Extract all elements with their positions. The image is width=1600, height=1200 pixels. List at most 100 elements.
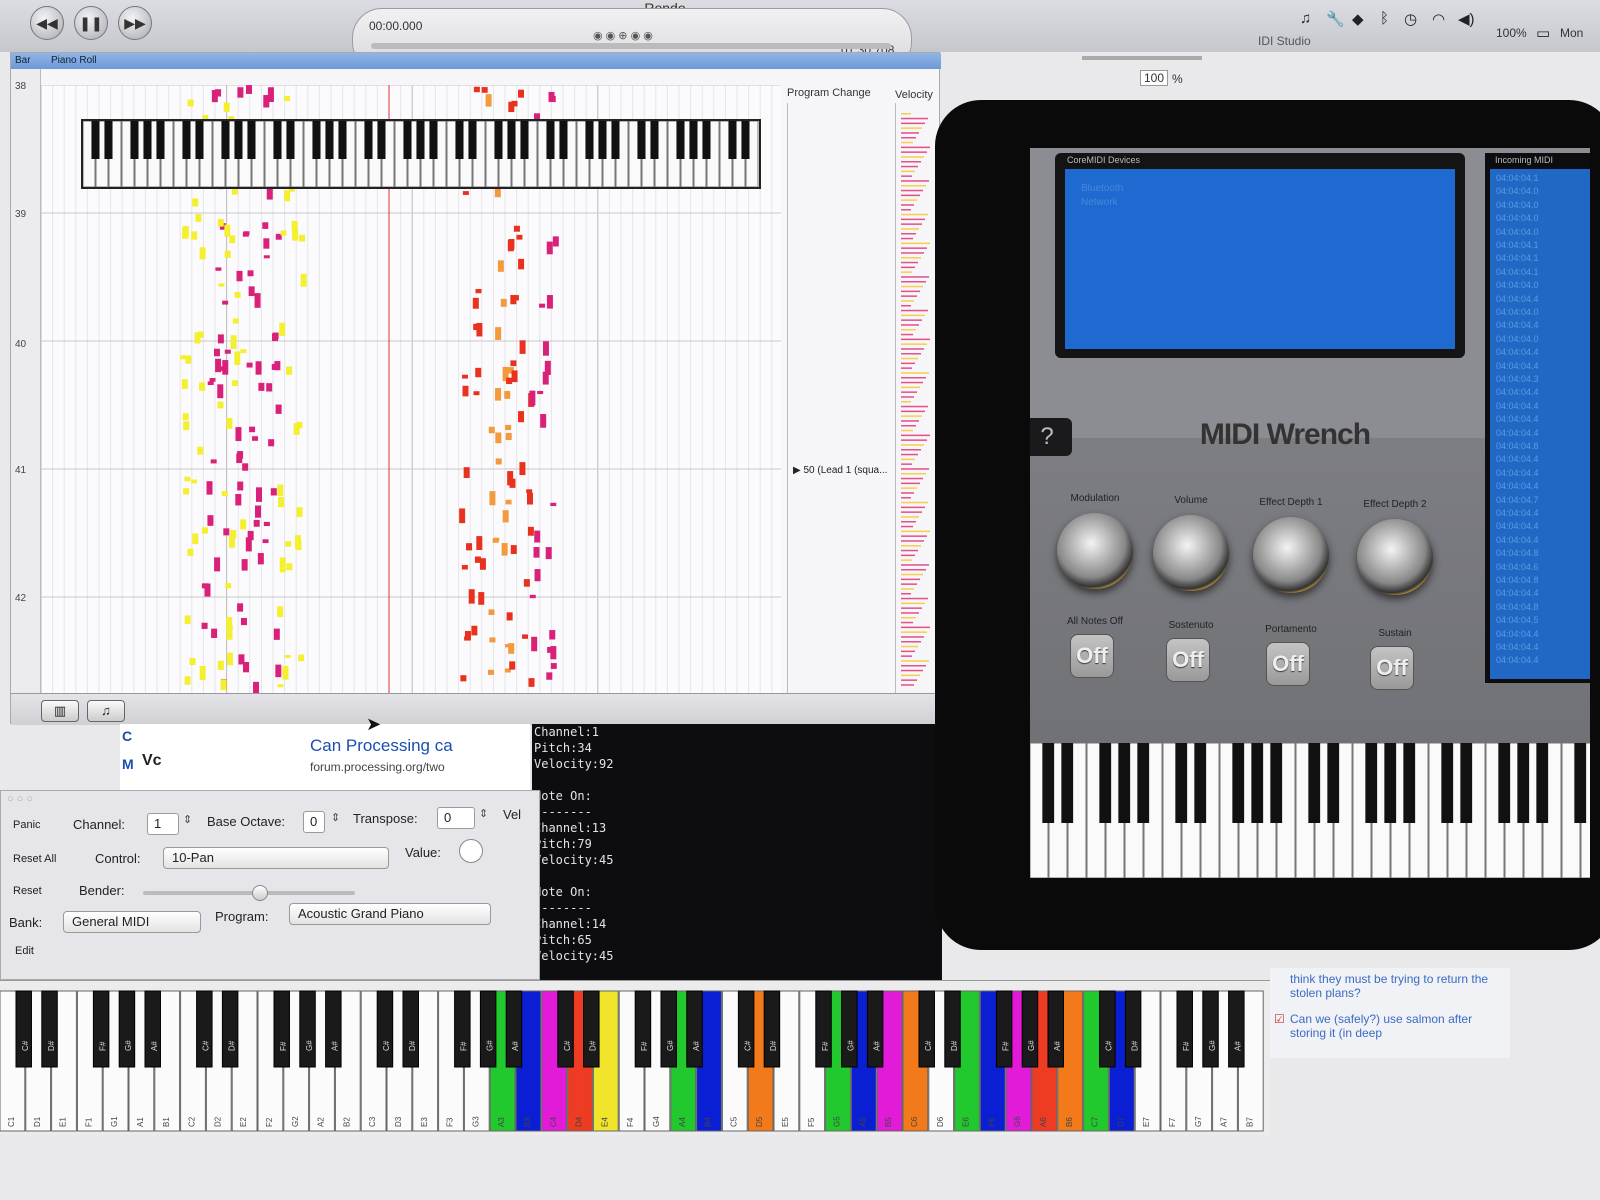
midi-note — [204, 583, 211, 597]
effect-depth-2-knob[interactable] — [1357, 519, 1433, 595]
tempo-slider[interactable] — [1082, 56, 1202, 60]
qa-item[interactable]: Can we (safely?) use salmon after storin… — [1290, 1012, 1500, 1040]
piano-roll-keyboard[interactable] — [81, 119, 761, 189]
channel-field[interactable]: 1 — [147, 813, 179, 835]
midi-note — [544, 360, 551, 375]
program-change-event[interactable]: ▶ 50 (Lead 1 (squa... — [793, 465, 887, 476]
midi-note — [523, 579, 530, 587]
midi-note — [277, 484, 284, 496]
midi-note — [255, 487, 262, 502]
midi-note — [199, 247, 206, 260]
key-label: D4 — [575, 1116, 584, 1127]
midi-note — [240, 617, 247, 626]
time-machine-icon[interactable]: ◷ — [1404, 10, 1417, 28]
bluetooth-icon[interactable]: ᛒ — [1380, 10, 1389, 27]
velocity-bar — [901, 324, 919, 326]
black-key — [234, 121, 243, 159]
volume-icon[interactable]: ◀) — [1458, 10, 1475, 28]
effect-depth-1-knob[interactable] — [1253, 517, 1329, 593]
device-item[interactable]: Bluetooth — [1081, 183, 1123, 194]
ipad-keyboard[interactable] — [1030, 743, 1590, 878]
velocity-bar — [901, 209, 911, 211]
midi-note — [199, 666, 206, 681]
black-key — [1536, 743, 1549, 823]
portamento-button[interactable]: Off — [1266, 642, 1310, 686]
sostenuto-button[interactable]: Off — [1166, 638, 1210, 682]
panic-button[interactable]: Panic — [13, 819, 41, 831]
notation-view-button[interactable]: ♫ — [87, 700, 125, 722]
velocity-bar — [901, 521, 916, 523]
midi-note — [518, 89, 525, 98]
midi-note — [234, 351, 241, 365]
midi-keyboard[interactable]: C1 D1 E1 F1 G1 A1 B1 C2 D2 E2 F2 G2 A2 B2 C3 D3 E3 F3 G3 A3… — [0, 980, 1270, 1135]
wrench-icon[interactable]: 🔧 — [1326, 10, 1345, 28]
program-select[interactable]: Acoustic Grand Piano — [289, 903, 491, 925]
key-label: A3 — [497, 1117, 506, 1127]
modulation-knob[interactable] — [1057, 513, 1133, 589]
midi-note — [540, 414, 547, 428]
midi-note — [534, 530, 541, 543]
velocity-bar — [901, 252, 924, 254]
velocity-bar — [901, 602, 925, 605]
black-key — [1176, 990, 1193, 1068]
midi-note — [552, 236, 559, 247]
base-octave-field[interactable]: 0 — [303, 811, 325, 833]
help-button[interactable]: ? — [1030, 418, 1072, 456]
mini-controls[interactable]: ◉ ◉ ⊕ ◉ ◉ — [593, 29, 693, 43]
bender-slider[interactable] — [143, 885, 355, 901]
sustain-button[interactable]: Off — [1370, 646, 1414, 690]
black-key — [1118, 743, 1131, 823]
black-key — [196, 990, 213, 1068]
control-select[interactable]: 10-Pan — [163, 847, 389, 869]
piano-view-button[interactable]: ▥ — [41, 700, 79, 722]
velocity-bar — [901, 353, 921, 355]
transpose-field[interactable]: 0 — [437, 807, 475, 829]
black-key — [325, 121, 334, 159]
key-label: A# — [150, 1041, 159, 1051]
music-note-icon[interactable]: ♫ — [1300, 10, 1311, 27]
terminal-output: Channel:1 Pitch:34 Velocity:92 Note On: … — [534, 725, 614, 963]
battery-icon[interactable]: ▭ — [1536, 24, 1550, 42]
midi-note — [277, 684, 284, 688]
edit-button[interactable]: Edit — [15, 945, 34, 957]
black-key — [156, 121, 165, 159]
velocity-bar — [901, 204, 914, 206]
midi-note — [531, 636, 538, 652]
wifi-icon[interactable]: ◠ — [1432, 10, 1445, 28]
midi-note — [473, 323, 480, 331]
velocity-bar — [901, 396, 914, 398]
dropbox-icon[interactable]: ◆ — [1352, 10, 1364, 28]
black-key — [918, 990, 935, 1068]
coremidi-device-list[interactable]: Bluetooth Network — [1065, 169, 1455, 349]
reset-button[interactable]: Reset — [13, 885, 42, 897]
midi-note — [229, 235, 236, 244]
channel-stepper[interactable]: ⇕ — [183, 813, 192, 826]
midi-note — [235, 493, 242, 506]
transpose-label: Transpose: — [353, 811, 418, 826]
bender-thumb[interactable] — [251, 885, 268, 901]
velocity-lane[interactable] — [901, 113, 935, 693]
window-controls[interactable]: ○ ○ ○ — [7, 793, 33, 805]
volume-knob[interactable] — [1153, 515, 1229, 591]
transpose-stepper[interactable]: ⇕ — [479, 807, 488, 820]
value-knob[interactable] — [459, 839, 483, 863]
all-notes-off-button[interactable]: Off — [1070, 634, 1114, 678]
key-label: A# — [692, 1041, 701, 1051]
base-octave-label: Base Octave: — [207, 814, 286, 829]
position-slider[interactable] — [371, 43, 891, 49]
key-label: A# — [1234, 1041, 1243, 1051]
midi-note — [286, 366, 293, 375]
search-result-link[interactable]: Can Processing ca — [310, 736, 453, 756]
midi-note — [209, 377, 216, 382]
base-octave-stepper[interactable]: ⇕ — [331, 811, 340, 824]
channel-label: Channel: — [73, 817, 126, 832]
qa-item[interactable]: think they must be trying to return the … — [1290, 972, 1500, 1000]
device-item[interactable]: Network — [1081, 197, 1118, 208]
piano-roll-window: Bar Piano Roll 38 39 40 41 42 Program Ch… — [10, 52, 941, 725]
reset-all-button[interactable]: Reset All — [13, 853, 56, 865]
bank-select[interactable]: General MIDI — [63, 911, 201, 933]
tempo-field[interactable]: 100 — [1140, 70, 1169, 86]
incoming-list[interactable]: 04:04:04.1 04:04:04.0 04:04:04.0 04:04:04.0… — [1490, 169, 1590, 679]
velocity-bar — [901, 117, 928, 120]
key-label: C# — [924, 1040, 933, 1051]
